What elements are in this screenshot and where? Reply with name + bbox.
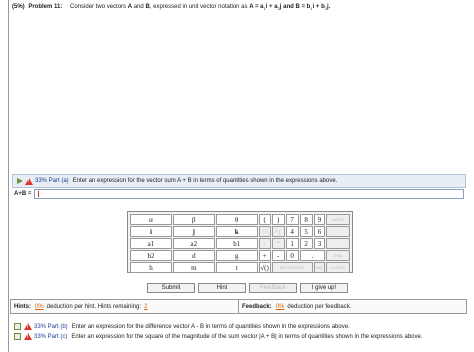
key-3[interactable]: 3: [313, 238, 326, 249]
key-left-arrow[interactable]: ←: [326, 226, 350, 237]
expand-square-icon[interactable]: [14, 323, 21, 330]
key-h[interactable]: h: [130, 262, 172, 273]
and-text: and: [133, 4, 144, 10]
key-t[interactable]: t: [215, 262, 258, 273]
key-minus[interactable]: -: [271, 250, 285, 261]
key-b1[interactable]: b1: [215, 238, 258, 249]
part-b-label: 33% Part (b): [34, 323, 68, 330]
problem-number: Problem 11:: [28, 4, 63, 10]
hint-button[interactable]: Hint: [198, 283, 246, 293]
key-i[interactable]: i: [130, 226, 172, 237]
key-alpha[interactable]: α: [130, 214, 172, 225]
key-beta[interactable]: β: [172, 214, 215, 225]
key-end[interactable]: END: [326, 250, 350, 261]
part-b-row[interactable]: 33% Part (b) Enter an expression for the…: [12, 322, 464, 331]
key-decimal[interactable]: .: [299, 250, 326, 261]
key-4[interactable]: 4: [285, 226, 299, 237]
part-a-label: 33% Part (a): [35, 178, 69, 184]
warning-icon: [25, 177, 33, 185]
part-a-header[interactable]: 33% Part (a) Enter an expression for the…: [12, 174, 466, 188]
symbol-keypad: α β θ ( ) 7 8 9 HOME i j k ↑^ ^↓ 4 5 6 ←…: [127, 211, 353, 273]
key-divide[interactable]: /: [258, 238, 271, 249]
answer-label: A+B =: [14, 191, 32, 197]
key-b2[interactable]: b2: [130, 250, 172, 261]
part-c-row[interactable]: 33% Part (c) Enter an expression for the…: [12, 332, 464, 341]
feedback-cell: Feedback: 0% deduction per feedback.: [238, 300, 466, 313]
feedback-title: Feedback:: [242, 303, 272, 310]
key-8[interactable]: 8: [299, 214, 313, 225]
key-home[interactable]: HOME: [326, 214, 350, 225]
key-a1[interactable]: a1: [130, 238, 172, 249]
problem-statement: (5%) Problem 11: Consider two vectors A …: [12, 4, 467, 11]
key-0[interactable]: 0: [285, 250, 299, 261]
key-m[interactable]: m: [172, 262, 215, 273]
give-up-button[interactable]: I give up!: [300, 283, 348, 293]
key-open-paren[interactable]: (: [258, 214, 271, 225]
eq-b-end: j.: [326, 4, 331, 10]
submit-button[interactable]: Submit: [147, 283, 195, 293]
key-right-arrow[interactable]: →: [326, 238, 350, 249]
action-buttons: Submit Hint Feedback I give up!: [147, 283, 348, 293]
hints-percent: 0%: [35, 303, 44, 310]
part-c-text: Enter an expression for the square of th…: [71, 333, 423, 340]
hints-cell: Hints: 0% deduction per hint. Hints rema…: [11, 300, 238, 313]
key-2[interactable]: 2: [299, 238, 313, 249]
warning-icon: [24, 323, 32, 330]
key-j[interactable]: j: [172, 226, 215, 237]
key-clear[interactable]: CLEAR: [326, 262, 350, 273]
eq-a-mid: i + a: [265, 4, 278, 10]
key-9[interactable]: 9: [313, 214, 326, 225]
eq-b-mid: i + b: [312, 4, 325, 10]
answer-row: A+B =: [14, 189, 464, 199]
key-del[interactable]: DEL: [313, 262, 326, 273]
feedback-text: deduction per feedback.: [287, 303, 352, 310]
vector-a-label: A: [127, 4, 133, 10]
part-c-label: 33% Part (c): [34, 333, 68, 340]
key-subscript[interactable]: ^↓: [271, 226, 285, 237]
key-backspace[interactable]: BACKSPACE: [271, 262, 313, 273]
key-close-paren[interactable]: ): [271, 214, 285, 225]
feedback-button[interactable]: Feedback: [249, 283, 297, 293]
key-a2[interactable]: a2: [172, 238, 215, 249]
hints-feedback-bar: Hints: 0% deduction per hint. Hints rema…: [10, 299, 467, 314]
hints-remaining: 2: [144, 303, 148, 310]
hints-title: Hints:: [14, 303, 31, 310]
eq-a-start: A = a: [249, 4, 264, 10]
answer-input[interactable]: [34, 189, 464, 199]
text-caret: [38, 191, 40, 197]
hints-text: deduction per hint. Hints remaining:: [46, 303, 142, 310]
feedback-percent: 0%: [275, 303, 285, 310]
key-d[interactable]: d: [172, 250, 215, 261]
part-b-text: Enter an expression for the difference v…: [71, 323, 350, 330]
key-6[interactable]: 6: [313, 226, 326, 237]
key-plus[interactable]: +: [258, 250, 271, 261]
problem-text-mid: , expressed in unit vector notation as: [149, 4, 248, 10]
problem-percent: (5%): [12, 4, 25, 10]
key-superscript[interactable]: ↑^: [258, 226, 271, 237]
key-multiply[interactable]: *: [271, 238, 285, 249]
part-a-text: Enter an expression for the vector sum A…: [72, 178, 338, 184]
key-7[interactable]: 7: [285, 214, 299, 225]
problem-text-pre: Consider two vectors: [70, 4, 127, 10]
key-5[interactable]: 5: [299, 226, 313, 237]
key-g[interactable]: g: [215, 250, 258, 261]
expand-square-icon[interactable]: [14, 333, 21, 340]
key-theta[interactable]: θ: [215, 214, 258, 225]
warning-icon: [24, 333, 32, 340]
expand-play-icon[interactable]: [16, 177, 23, 185]
eq-b-start: B = b: [295, 4, 311, 10]
key-sqrt[interactable]: √(): [258, 262, 271, 273]
eq-a-end: j and: [279, 4, 294, 10]
key-1[interactable]: 1: [285, 238, 299, 249]
key-k[interactable]: k: [215, 226, 258, 237]
